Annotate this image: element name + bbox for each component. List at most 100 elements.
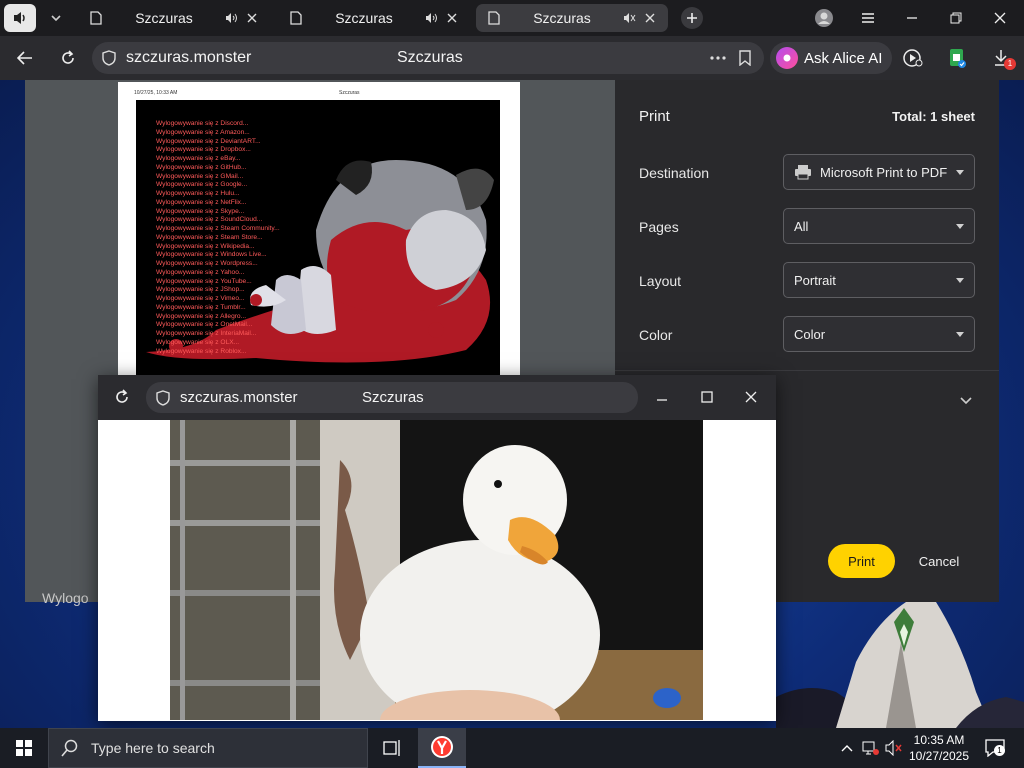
- notification-badge: 1: [994, 745, 1005, 756]
- reload-icon: [62, 50, 74, 64]
- sheet-header-date: 10/27/25, 10:33 AM: [134, 90, 178, 96]
- logout-message: Wylogowywanie się z Vimeo...: [156, 295, 245, 302]
- duck-video[interactable]: [170, 420, 703, 720]
- network-icon: [862, 741, 879, 755]
- menu-button[interactable]: [850, 4, 886, 32]
- network-button[interactable]: [861, 738, 881, 758]
- destination-select[interactable]: Microsoft Print to PDF: [783, 154, 975, 190]
- clock-date: 10/27/2025: [908, 749, 970, 763]
- tab-list-button[interactable]: [40, 4, 72, 32]
- logout-message: Wylogowywanie się z JShop...: [156, 286, 245, 294]
- tab-strip: Szczuras Szczuras Szczuras: [0, 0, 1024, 36]
- logout-message-list: Wylogowywanie się z Discord... Wylogowyw…: [156, 120, 280, 356]
- logout-message: Wylogowywanie się z OLX...: [156, 338, 240, 346]
- layout-label: Layout: [639, 273, 682, 289]
- speaker-mute-icon[interactable]: [620, 8, 640, 28]
- hamburger-icon: [862, 13, 874, 23]
- sheet-header: 10/27/25, 10:33 AM Szczuras: [134, 90, 504, 98]
- logout-message: Wylogowywanie się z Windows Live...: [156, 251, 267, 259]
- audio-indicator-button[interactable]: [4, 4, 36, 32]
- address-host: szczuras.monster: [126, 49, 252, 66]
- popup-reload-button[interactable]: [107, 384, 137, 410]
- printer-icon: [795, 165, 811, 180]
- close-tab-icon[interactable]: [640, 8, 660, 28]
- reload-icon: [116, 389, 128, 403]
- sheet-header-title: Szczuras: [339, 90, 360, 96]
- page-icon: [484, 8, 504, 28]
- chevron-down-icon: [51, 15, 61, 22]
- cancel-button[interactable]: Cancel: [910, 544, 968, 578]
- tab-title: Szczuras: [135, 10, 193, 26]
- more-dots-icon[interactable]: [710, 56, 726, 60]
- color-label: Color: [639, 327, 673, 343]
- tab-3-active[interactable]: Szczuras: [476, 4, 668, 32]
- maximize-icon: [701, 391, 713, 403]
- taskbar-search-box[interactable]: Type here to search: [48, 728, 368, 768]
- speaker-mute-icon[interactable]: [422, 8, 442, 28]
- pages-select[interactable]: All: [783, 208, 975, 244]
- tab-1[interactable]: Szczuras: [78, 4, 270, 32]
- volume-button[interactable]: [884, 738, 904, 758]
- logout-message: Wylogowywanie się z Hulu...: [156, 190, 240, 197]
- yandex-browser-taskbar-button[interactable]: [418, 728, 466, 768]
- restore-button[interactable]: [938, 4, 974, 32]
- logout-message: Wylogowywanie się z NetFlix...: [156, 198, 247, 206]
- downloads-button[interactable]: 1: [986, 44, 1016, 72]
- print-button[interactable]: Print: [828, 544, 895, 578]
- more-settings-toggle[interactable]: [959, 396, 973, 406]
- logout-message: Wylogowywanie się z GMail...: [156, 172, 244, 180]
- popup-address-bar[interactable]: szczuras.monster Szczuras: [146, 382, 638, 413]
- tray-overflow-button[interactable]: [837, 738, 857, 758]
- reload-button[interactable]: [53, 44, 83, 72]
- media-play-button[interactable]: [898, 44, 928, 72]
- popup-minimize-button[interactable]: [647, 384, 677, 410]
- volume-muted-icon: [885, 740, 902, 756]
- logout-message: Wylogowywanie się z eBay...: [156, 155, 241, 162]
- ask-alice-button[interactable]: Ask Alice AI: [770, 42, 892, 74]
- bookmark-icon[interactable]: [738, 50, 752, 66]
- logout-message: Wylogowywanie się z OnetMail...: [156, 321, 253, 329]
- pages-value: All: [794, 218, 809, 234]
- back-button[interactable]: [10, 44, 40, 72]
- print-total-sheets: Total: 1 sheet: [892, 109, 975, 124]
- task-view-button[interactable]: [368, 728, 416, 768]
- address-bar[interactable]: szczuras.monster Szczuras: [92, 42, 764, 74]
- speaker-mute-icon[interactable]: [222, 8, 242, 28]
- logout-message: Wylogowywanie się z Steam Store...: [156, 233, 263, 241]
- close-tab-icon[interactable]: [242, 8, 262, 28]
- logout-message: Wylogowywanie się z Skype...: [156, 207, 245, 215]
- minimize-button[interactable]: [894, 4, 930, 32]
- dropdown-caret-icon: [956, 277, 964, 283]
- profile-button[interactable]: [806, 4, 842, 32]
- popup-close-button[interactable]: [736, 384, 766, 410]
- close-tab-icon[interactable]: [442, 8, 462, 28]
- logout-message: Wylogowywanie się z Yahoo...: [156, 268, 245, 276]
- task-view-icon: [383, 740, 400, 756]
- tab-title: Szczuras: [533, 10, 591, 26]
- notification-center-button[interactable]: 1: [983, 738, 1007, 758]
- close-window-button[interactable]: [982, 4, 1018, 32]
- logout-message: Wylogowywanie się z Wordpress...: [156, 260, 258, 267]
- color-select[interactable]: Color: [783, 316, 975, 352]
- dropdown-caret-icon: [956, 331, 964, 337]
- color-value: Color: [794, 326, 826, 342]
- tab-2[interactable]: Szczuras: [278, 4, 470, 32]
- extension-button[interactable]: [942, 44, 972, 72]
- sheets-extension-icon: [950, 49, 966, 68]
- yandex-browser-icon: [431, 736, 453, 758]
- plus-icon: [687, 13, 697, 23]
- minimize-icon: [907, 17, 917, 19]
- taskbar: Type here to search 10:35 AM 10/27/2025 …: [0, 728, 1024, 768]
- minimize-icon: [657, 399, 667, 401]
- popup-window: szczuras.monster Szczuras: [98, 375, 776, 721]
- logout-message: Wylogowywanie się z Discord...: [156, 120, 249, 127]
- layout-select[interactable]: Portrait: [783, 262, 975, 298]
- logout-message: Wylogowywanie się z DeviantART...: [156, 137, 261, 145]
- start-button[interactable]: [0, 728, 48, 768]
- popup-maximize-button[interactable]: [692, 384, 722, 410]
- speaker-icon: [14, 12, 25, 24]
- taskbar-clock[interactable]: 10:35 AM 10/27/2025: [906, 732, 972, 764]
- close-icon: [994, 12, 1006, 24]
- logout-message: Wylogowywanie się z Allegro...: [156, 312, 247, 320]
- new-tab-button[interactable]: [681, 7, 703, 29]
